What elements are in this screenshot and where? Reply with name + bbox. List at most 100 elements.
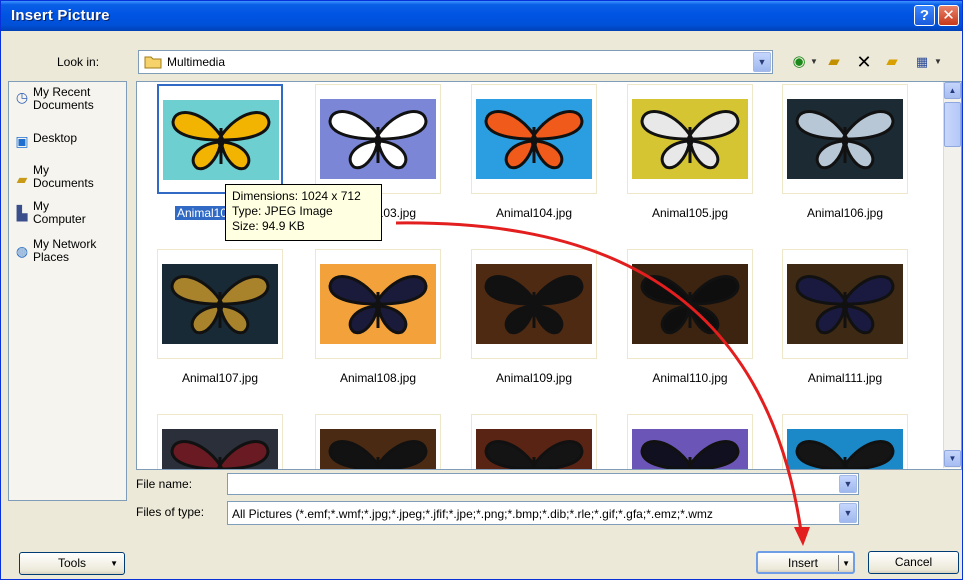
place-label: My Recent <box>33 85 91 99</box>
chevron-down-icon[interactable]: ▼ <box>839 475 857 493</box>
place-my-network-places[interactable]: ◍ My Network Places <box>13 238 125 272</box>
file-thumbnail[interactable] <box>627 414 753 469</box>
butterfly-image <box>632 99 748 179</box>
delete-icon[interactable]: ✕ <box>853 52 875 72</box>
file-name-caption[interactable]: Animal108.jpg <box>303 371 453 385</box>
file-thumbnail[interactable] <box>627 249 753 359</box>
tooltip-dimensions: Dimensions: 1024 x 712 <box>232 189 361 203</box>
place-label: My <box>33 163 49 177</box>
files-of-type-value: All Pictures (*.emf;*.wmf;*.jpg;*.jpeg;*… <box>232 507 713 521</box>
vertical-scrollbar[interactable]: ▲ ▼ <box>943 82 961 468</box>
tools-dropdown-icon: ▼ <box>110 559 118 568</box>
tooltip-type: Type: JPEG Image <box>232 204 333 218</box>
tooltip-size: Size: 94.9 KB <box>232 219 305 233</box>
file-thumbnail-view[interactable]: Animal10Animal103.jpgAnimal104.jpgAnimal… <box>136 81 962 470</box>
place-label: Computer <box>33 212 86 226</box>
butterfly-image <box>320 429 436 469</box>
butterfly-image <box>162 264 278 344</box>
file-name-caption[interactable]: Animal109.jpg <box>459 371 609 385</box>
look-in-combobox[interactable]: Multimedia ▼ <box>138 50 773 74</box>
file-thumbnail[interactable] <box>157 84 283 194</box>
place-label: Documents <box>33 98 94 112</box>
file-thumbnail[interactable] <box>782 414 908 469</box>
file-info-tooltip: Dimensions: 1024 x 712 Type: JPEG Image … <box>225 184 382 241</box>
help-button[interactable]: ? <box>914 5 935 26</box>
views-dropdown-icon[interactable]: ▼ <box>933 52 943 72</box>
insert-label: Insert <box>788 556 819 570</box>
file-thumbnail[interactable] <box>471 414 597 469</box>
butterfly-image <box>476 99 592 179</box>
scroll-up-icon[interactable]: ▲ <box>944 82 961 99</box>
network-places-icon: ◍ <box>15 243 29 259</box>
desktop-icon: ▣ <box>15 133 29 149</box>
place-label: My Network <box>33 237 97 251</box>
file-thumbnail[interactable] <box>315 84 441 194</box>
my-documents-icon: ▰ <box>16 171 28 187</box>
places-bar: ◷ My Recent Documents ▣ Desktop ▰ My Docum… <box>8 81 127 501</box>
insert-picture-dialog: Insert Picture ? ✕ Look in: Multimedia ▼… <box>0 0 963 580</box>
file-name-caption[interactable]: Animal105.jpg <box>615 206 765 220</box>
place-label: My <box>33 199 49 213</box>
butterfly-image <box>476 429 592 469</box>
place-label: Desktop <box>33 131 78 145</box>
butterfly-image <box>320 264 436 344</box>
close-button[interactable]: ✕ <box>938 5 959 26</box>
cancel-button[interactable]: Cancel <box>868 551 959 574</box>
tools-label: Tools <box>58 556 87 570</box>
butterfly-image <box>162 429 278 469</box>
files-of-type-combobox[interactable]: All Pictures (*.emf;*.wmf;*.jpg;*.jpeg;*… <box>227 501 859 525</box>
butterfly-image <box>632 429 748 469</box>
file-thumbnail[interactable] <box>782 84 908 194</box>
file-thumbnail[interactable] <box>782 249 908 359</box>
back-arrow-icon[interactable]: ◉ <box>789 52 809 72</box>
scroll-down-icon[interactable]: ▼ <box>944 450 961 467</box>
file-name-label: File name: <box>136 477 193 491</box>
my-computer-icon: ▙ <box>16 205 28 221</box>
butterfly-image <box>787 429 903 469</box>
dialog-title: Insert Picture <box>11 7 110 24</box>
chevron-down-icon[interactable]: ▼ <box>753 52 771 72</box>
file-thumbnail[interactable] <box>471 249 597 359</box>
tools-button[interactable]: Tools ▼ <box>19 552 125 575</box>
back-dropdown-icon[interactable]: ▼ <box>809 52 819 72</box>
dialog-toolbar: ◉ ▼ ▰ ✕ ▰ ▦ ▼ <box>785 50 959 74</box>
butterfly-image <box>163 100 279 180</box>
butterfly-image <box>632 264 748 344</box>
file-thumbnail[interactable] <box>315 414 441 469</box>
chevron-down-icon[interactable]: ▼ <box>839 503 857 523</box>
file-thumbnail[interactable] <box>315 249 441 359</box>
file-name-caption[interactable]: Animal104.jpg <box>459 206 609 220</box>
insert-button[interactable]: Insert ▼ <box>756 551 855 574</box>
place-my-documents[interactable]: ▰ My Documents <box>13 164 125 198</box>
files-of-type-label: Files of type: <box>136 505 205 519</box>
file-thumbnail[interactable] <box>157 414 283 469</box>
file-name-field[interactable]: ▼ <box>227 473 859 495</box>
butterfly-image <box>787 264 903 344</box>
look-in-value: Multimedia <box>167 55 226 69</box>
insert-dropdown-icon[interactable]: ▼ <box>842 553 850 574</box>
up-one-level-icon[interactable]: ▰ <box>823 52 845 72</box>
file-name-caption[interactable]: Animal111.jpg <box>770 371 920 385</box>
butterfly-image <box>476 264 592 344</box>
file-name-caption[interactable]: Animal106.jpg <box>770 206 920 220</box>
new-folder-icon[interactable]: ▰ <box>881 52 903 72</box>
place-my-recent-documents[interactable]: ◷ My Recent Documents <box>13 86 125 120</box>
recent-documents-icon: ◷ <box>15 89 29 105</box>
place-my-computer[interactable]: ▙ My Computer <box>13 200 125 234</box>
file-name-caption[interactable]: Animal107.jpg <box>145 371 295 385</box>
title-bar[interactable]: Insert Picture ? ✕ <box>1 1 962 31</box>
views-icon[interactable]: ▦ <box>911 52 933 72</box>
folder-icon <box>144 56 162 69</box>
butterfly-image <box>320 99 436 179</box>
file-name-caption[interactable]: Animal10 <box>175 206 230 220</box>
scrollbar-thumb[interactable] <box>944 102 961 147</box>
file-thumbnail[interactable] <box>157 249 283 359</box>
place-label: Documents <box>33 176 94 190</box>
look-in-label: Look in: <box>57 55 100 69</box>
file-thumbnail[interactable] <box>627 84 753 194</box>
file-name-caption[interactable]: Animal110.jpg <box>615 371 765 385</box>
file-thumbnail[interactable] <box>471 84 597 194</box>
place-label: Places <box>33 250 70 264</box>
place-desktop[interactable]: ▣ Desktop <box>13 130 125 164</box>
butterfly-image <box>787 99 903 179</box>
